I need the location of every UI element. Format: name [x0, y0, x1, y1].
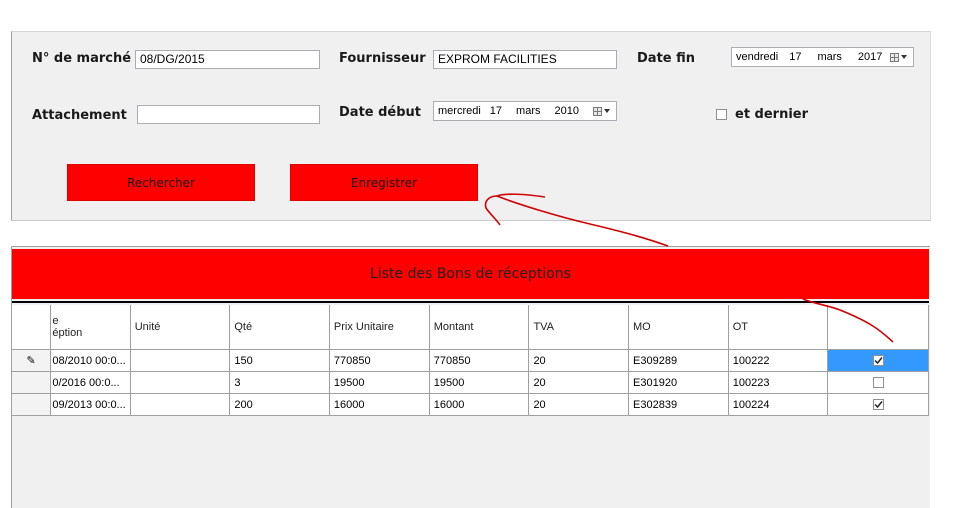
- date-debut-day: 17: [489, 105, 503, 117]
- marche-label: N° de marché: [32, 51, 132, 66]
- date-debut-year: 2010: [554, 105, 579, 117]
- pencil-icon[interactable]: ✎: [12, 349, 52, 372]
- check-icon: [874, 357, 883, 365]
- cell-date[interactable]: 08/2010 00:0...: [50, 349, 131, 372]
- fournisseur-label: Fournisseur: [339, 51, 426, 66]
- cell-date[interactable]: 09/2013 00:0...: [50, 393, 131, 416]
- attachement-input[interactable]: [137, 105, 320, 124]
- cell-ot[interactable]: 100222: [728, 349, 829, 372]
- cell-select[interactable]: [827, 393, 929, 416]
- cell-date[interactable]: 0/2016 00:0...: [50, 371, 131, 394]
- column-header-qte[interactable]: Qté: [229, 305, 330, 350]
- table-header-row: e éption Unité Qté Prix Unitaire Montant…: [12, 305, 929, 350]
- column-header-select[interactable]: [827, 305, 929, 350]
- column-header-mo[interactable]: MO: [628, 305, 729, 350]
- calendar-icon: [592, 106, 602, 116]
- column-header-unite[interactable]: Unité: [130, 305, 231, 350]
- date-debut-label: Date début: [339, 105, 422, 120]
- chevron-down-icon: [603, 109, 610, 113]
- column-header-montant[interactable]: Montant: [429, 305, 530, 350]
- chevron-down-icon: [900, 55, 907, 59]
- table-row[interactable]: 09/2013 00:0... 200 16000 16000 20 E302839 100…: [12, 393, 929, 416]
- marche-input[interactable]: [135, 50, 320, 69]
- cell-prix-unitaire[interactable]: 19500: [329, 371, 430, 394]
- row-header[interactable]: [12, 371, 52, 394]
- date-fin-month: mars: [817, 51, 842, 63]
- et-dernier-label: et dernier: [735, 107, 809, 122]
- cell-select[interactable]: [827, 349, 929, 372]
- date-fin-picker[interactable]: vendredi 17 mars 2017: [731, 47, 914, 67]
- column-header-ot[interactable]: OT: [728, 305, 829, 350]
- check-mark: [874, 357, 883, 365]
- rechercher-button[interactable]: Rechercher: [67, 164, 255, 201]
- cell-tva[interactable]: 20: [528, 349, 630, 372]
- date-fin-dropdown-button[interactable]: [885, 50, 911, 64]
- row-header[interactable]: [12, 393, 52, 416]
- cell-tva[interactable]: 20: [528, 371, 630, 394]
- cell-montant[interactable]: 19500: [429, 371, 530, 394]
- date-debut-month: mars: [516, 105, 541, 117]
- check-mark: [874, 401, 883, 409]
- cell-mo[interactable]: E302839: [628, 393, 729, 416]
- cell-unite[interactable]: [130, 371, 231, 394]
- cell-qte[interactable]: 150: [229, 349, 330, 372]
- cell-unite[interactable]: [130, 349, 231, 372]
- date-debut-dropdown-button[interactable]: [588, 104, 614, 118]
- column-header-tva[interactable]: TVA: [528, 305, 630, 350]
- row-select-checkbox[interactable]: [872, 399, 884, 410]
- date-fin-day: 17: [789, 51, 802, 63]
- cell-qte[interactable]: 200: [229, 393, 330, 416]
- date-debut-weekday: mercredi: [438, 105, 481, 117]
- date-fin-label: Date fin: [637, 51, 696, 66]
- row-select-checkbox[interactable]: [872, 355, 884, 366]
- check-icon: [874, 401, 883, 409]
- cell-montant[interactable]: 770850: [429, 349, 530, 372]
- cell-prix-unitaire[interactable]: 770850: [329, 349, 430, 372]
- cell-mo[interactable]: E301920: [628, 371, 729, 394]
- cell-mo[interactable]: E309289: [628, 349, 729, 372]
- date-fin-weekday: vendredi: [736, 51, 779, 63]
- attachement-label: Attachement: [32, 108, 127, 123]
- cell-qte[interactable]: 3: [229, 371, 330, 394]
- cell-unite[interactable]: [130, 393, 231, 416]
- date-debut-picker[interactable]: mercredi 17 mars 2010: [433, 101, 617, 121]
- table-row[interactable]: 0/2016 00:0... 3 19500 19500 20 E301920 100223: [12, 371, 929, 394]
- cell-tva[interactable]: 20: [528, 393, 630, 416]
- grid-title-divider: [12, 301, 929, 303]
- cell-prix-unitaire[interactable]: 16000: [329, 393, 430, 416]
- receptions-grid: e éption Unité Qté Prix Unitaire Montant…: [12, 305, 929, 416]
- table-row[interactable]: ✎ 08/2010 00:0... 150 770850 770850 20 E309289…: [12, 349, 929, 372]
- column-header-date[interactable]: e éption: [50, 305, 131, 350]
- fournisseur-input[interactable]: [433, 50, 617, 69]
- cell-ot[interactable]: 100224: [728, 393, 829, 416]
- cell-ot[interactable]: 100223: [728, 371, 829, 394]
- column-header-prix-unitaire[interactable]: Prix Unitaire: [329, 305, 430, 350]
- cell-select[interactable]: [827, 371, 929, 394]
- et-dernier-checkbox[interactable]: [716, 109, 727, 120]
- calendar-icon: [889, 52, 899, 62]
- row-select-checkbox[interactable]: [872, 377, 884, 388]
- grid-title: Liste des Bons de réceptions: [12, 249, 929, 299]
- row-header-corner: [12, 305, 52, 350]
- cell-montant[interactable]: 16000: [429, 393, 530, 416]
- enregistrer-button[interactable]: Enregistrer: [290, 164, 478, 201]
- receptions-table: e éption Unité Qté Prix Unitaire Montant…: [12, 305, 929, 416]
- date-fin-year: 2017: [857, 51, 883, 63]
